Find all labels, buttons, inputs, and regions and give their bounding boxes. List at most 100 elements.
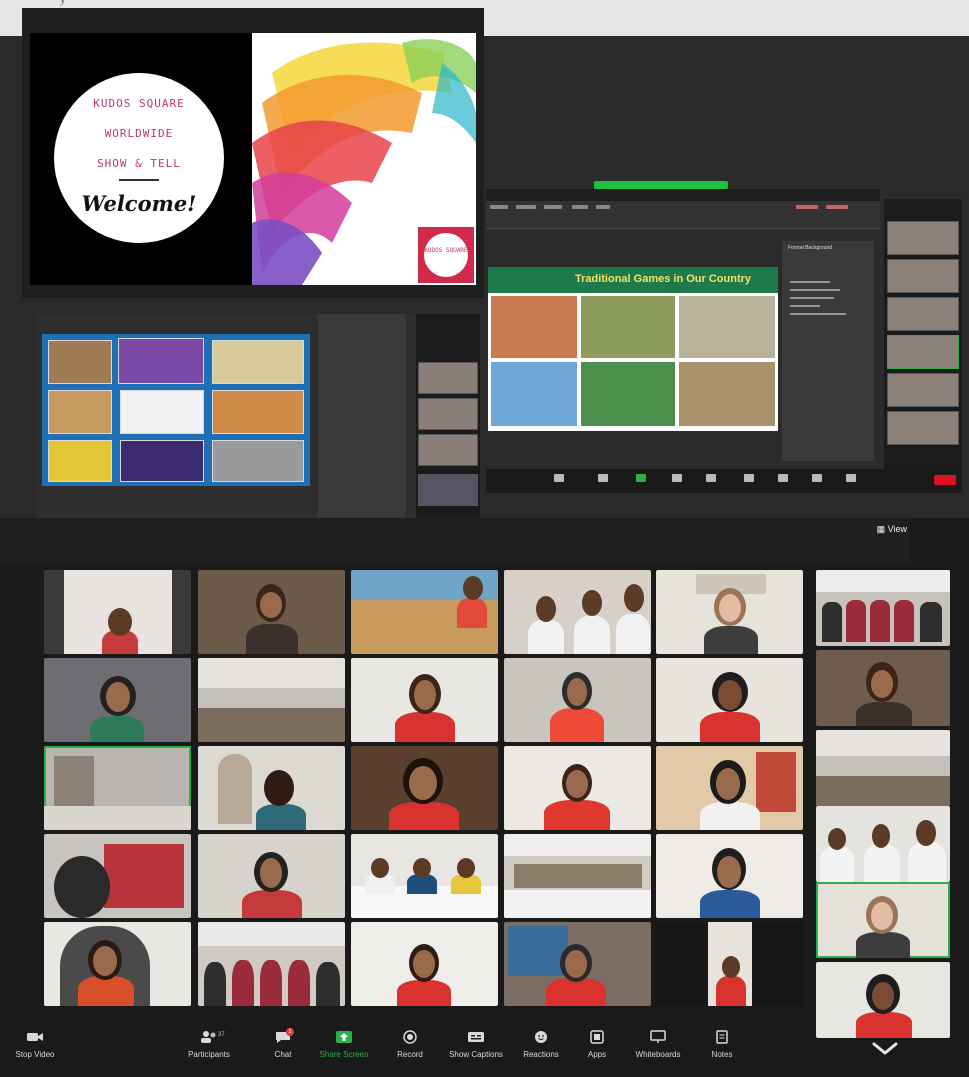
ppt-photo [580,295,676,359]
participant-tile[interactable] [504,658,651,742]
participant-tile[interactable] [44,658,191,742]
ppt-slide-title: Traditional Games in Our Country [574,273,752,285]
games-board-image [48,390,112,434]
games-slide-window [36,314,480,526]
games-dance-image [118,338,204,384]
side-participant-tile[interactable] [816,962,950,1038]
ppt-slide-header: Traditional Games in Our Country [488,267,778,293]
ppt-participant-tile [887,221,959,255]
participants-count: 37 [218,1032,225,1038]
view-button[interactable]: ▦ View [877,524,907,535]
welcome-line-1: KUDOS SQUARE [93,97,185,110]
share-screen-icon [336,1031,352,1043]
video-camera-icon [27,1033,43,1041]
show-captions-button[interactable]: Show Captions [444,1030,508,1059]
grid-view-icon: ▦ [876,524,888,534]
ppt-participant-strip [884,199,962,479]
welcome-line-2: WORLDWIDE [104,127,174,140]
ppt-format-panel: Format Background [782,241,874,461]
side-participant-tile[interactable] [816,650,950,726]
ppt-photo [490,361,578,427]
games-slide [42,334,310,486]
participant-tile[interactable] [198,834,345,918]
ppt-slide: Traditional Games in Our Country [488,267,778,431]
brand-badge: KUDOS SQUARE [418,227,474,283]
brand-badge-text: KUDOS SQUARE [424,233,468,277]
side-participant-tile[interactable] [816,806,950,882]
participant-tile[interactable] [351,570,498,654]
apps-icon [590,1030,604,1044]
ppt-photo [580,361,676,427]
side-participant-tile[interactable] [816,570,950,646]
participant-tile[interactable] [351,746,498,830]
participant-tile[interactable] [351,834,498,918]
whiteboard-icon [650,1030,666,1043]
ppt-participant-tile [887,259,959,293]
notes-button[interactable]: Notes [704,1030,740,1059]
whiteboards-button[interactable]: Whiteboards [628,1030,688,1059]
chat-badge: 1 [286,1028,294,1036]
games-strip-tile [418,362,478,394]
ppt-zoom-toolbar [486,469,962,493]
show-captions-label: Show Captions [449,1050,503,1059]
chevron-down-icon[interactable] [868,1036,902,1060]
participant-tile[interactable] [198,658,345,742]
record-icon [403,1030,417,1044]
meeting-toolbar: Stop Video 37 Participants 1 Chat Share … [0,1026,800,1077]
games-participant-strip [416,314,480,524]
games-field-image [212,440,304,482]
rainbow-paint-art: KUDOS SQUARE [252,33,476,285]
ppt-participant-tile [887,373,959,407]
share-screen-label: Share Screen [319,1050,369,1059]
ppt-participant-tile [887,297,959,331]
participants-label: Participants [188,1050,230,1059]
participant-tile[interactable] [656,834,803,918]
welcome-divider [119,179,159,181]
ppt-ribbon [486,201,880,229]
participant-tile[interactable] [198,922,345,1006]
participant-tile[interactable] [44,834,191,918]
share-screen-button[interactable]: Share Screen [316,1030,372,1059]
sharing-indicator [594,181,728,189]
reactions-button[interactable]: Reactions [518,1030,564,1059]
apps-button[interactable]: Apps [582,1030,612,1059]
side-participant-tile[interactable] [816,730,950,806]
participant-tile[interactable] [44,570,191,654]
participant-tile-active[interactable] [44,746,191,830]
participant-tile[interactable] [351,922,498,1006]
participant-tile[interactable] [656,658,803,742]
participant-tile[interactable] [656,746,803,830]
ppt-titlebar [486,189,880,201]
participant-tile[interactable] [504,834,651,918]
participant-tile[interactable] [44,922,191,1006]
games-flag-image [120,390,204,434]
whiteboards-label: Whiteboards [635,1050,681,1059]
participants-button[interactable]: 37 Participants [178,1030,240,1059]
ppt-photo [678,295,776,359]
record-button[interactable]: Record [390,1030,430,1059]
participant-tile[interactable] [656,570,803,654]
gallery-grid [44,570,804,1006]
captions-icon [468,1032,484,1042]
participant-tile[interactable] [351,658,498,742]
participant-tile[interactable] [504,922,651,1006]
record-label: Record [397,1050,423,1059]
ppt-end-button [934,475,956,485]
view-label: View [887,524,907,534]
stop-video-button[interactable]: Stop Video [10,1030,60,1059]
games-chess-image [48,340,112,384]
participant-tile[interactable] [656,922,803,1006]
games-strip-tile [418,474,478,506]
participant-tile[interactable] [198,570,345,654]
participant-tile[interactable] [198,746,345,830]
reactions-icon [535,1031,547,1043]
games-title-card-image [120,440,204,482]
welcome-title: Welcome! [81,191,197,216]
powerpoint-window: Traditional Games in Our Country Format … [486,181,962,493]
notes-icon [716,1030,728,1044]
participant-tile[interactable] [504,570,651,654]
participant-tile[interactable] [504,746,651,830]
side-participant-tile-active[interactable] [816,882,950,958]
chat-button[interactable]: 1 Chat [268,1028,298,1059]
ppt-photo [490,295,578,359]
